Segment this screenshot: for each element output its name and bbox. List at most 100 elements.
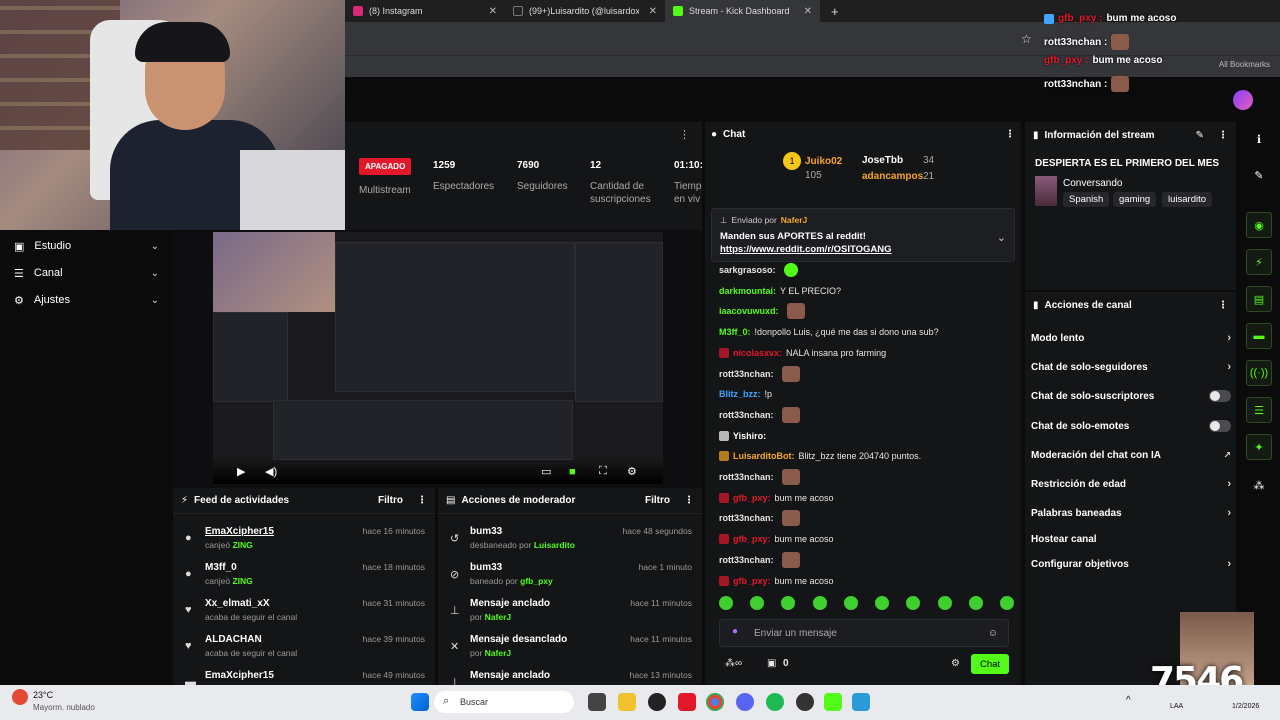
- app-icon[interactable]: [852, 693, 870, 711]
- top-gifter-name[interactable]: adancampos: [862, 171, 923, 182]
- action-palabras-baneadas[interactable]: Palabras baneadas ›: [1031, 504, 1231, 522]
- video-player[interactable]: ▶ ◀) ▭ ■ ⛶ ⚙: [213, 232, 663, 484]
- wrench-icon[interactable]: ✦: [1246, 434, 1272, 460]
- tab-tiktok[interactable]: (99+)Luisardito (@luisardox) | T ✕: [505, 0, 665, 22]
- more-icon[interactable]: ⋮: [679, 128, 690, 141]
- more-icon[interactable]: ⋮: [684, 495, 694, 506]
- chat-username[interactable]: nicolasxvx:: [733, 348, 782, 358]
- close-icon[interactable]: ✕: [804, 6, 812, 17]
- chat-username[interactable]: Blitz_bzz:: [719, 389, 761, 399]
- feed-user[interactable]: EmaXcipher15: [205, 670, 274, 681]
- tag[interactable]: luisardito: [1162, 192, 1213, 207]
- close-icon[interactable]: ✕: [649, 6, 657, 17]
- file-explorer-icon[interactable]: [618, 693, 636, 711]
- feed-user[interactable]: ALDACHAN: [205, 634, 262, 645]
- discord-icon[interactable]: [736, 693, 754, 711]
- play-icon[interactable]: ▶: [237, 465, 245, 478]
- mod-target[interactable]: bum33: [470, 562, 502, 573]
- close-icon[interactable]: ✕: [489, 6, 497, 17]
- filter-button[interactable]: Filtro: [378, 495, 403, 506]
- chrome-icon[interactable]: [706, 693, 724, 711]
- mod-target[interactable]: Mensaje desanclado: [470, 634, 567, 645]
- feed-user[interactable]: EmaXcipher15: [205, 526, 274, 537]
- emote-icon[interactable]: [875, 596, 890, 610]
- chat-message[interactable]: rott33nchan:: [719, 508, 1014, 528]
- broadcast-icon[interactable]: ((·)): [1246, 360, 1272, 386]
- chat-message[interactable]: rott33nchan:: [719, 550, 1014, 570]
- chat-message[interactable]: darkmountai: Y EL PRECIO?: [719, 281, 1014, 301]
- chat-username[interactable]: M3ff_0:: [719, 327, 751, 337]
- emote-icon[interactable]: [906, 596, 921, 610]
- list-item[interactable]: ⊘ bum33 baneado por gfb_pxy hace 1 minut…: [438, 560, 702, 596]
- action-configurar-objetivos[interactable]: Configurar objetivos ›: [1031, 555, 1231, 573]
- date[interactable]: 1/2/2026: [1232, 703, 1259, 710]
- chat-message[interactable]: gfb_pxy: bum me acoso: [719, 529, 1014, 549]
- clip-icon[interactable]: ■: [569, 466, 576, 478]
- emote-icon[interactable]: [750, 596, 765, 610]
- action-restriccion-edad[interactable]: Restricción de edad ›: [1031, 475, 1231, 493]
- sidebar-item-estudio[interactable]: ▣ Estudio ⌄: [0, 233, 173, 259]
- weather-temp[interactable]: 23°C: [33, 690, 53, 700]
- chat-message[interactable]: LuisarditoBot: Blitz_bzz tiene 204740 pun…: [719, 446, 1014, 466]
- chat-message[interactable]: sarkgrasoso:: [719, 260, 1014, 280]
- chat-username[interactable]: Yishiro:: [733, 431, 766, 441]
- chat-message[interactable]: gfb_pxy: bum me acoso: [719, 488, 1014, 508]
- chat-message[interactable]: rott33nchan:: [719, 364, 1014, 384]
- edit-icon[interactable]: ✎: [1196, 130, 1204, 141]
- more-icon[interactable]: ⋮: [1218, 130, 1228, 141]
- pinned-message[interactable]: ⊥ Enviado por NaferJ Manden sus APORTES …: [711, 208, 1015, 262]
- emote-icon[interactable]: [781, 596, 796, 610]
- stream-category[interactable]: Conversando: [1063, 178, 1122, 189]
- list-item[interactable]: ⊥ Mensaje anclado por NaferJ hace 11 min…: [438, 596, 702, 632]
- chat-message[interactable]: rott33nchan:: [719, 467, 1014, 487]
- obs-icon[interactable]: [796, 693, 814, 711]
- taskbar-search[interactable]: ⌕ Buscar: [434, 691, 574, 713]
- list-item[interactable]: ✕ Mensaje desanclado por NaferJ hace 11 …: [438, 632, 702, 668]
- volume-icon[interactable]: ◀): [265, 465, 277, 478]
- emote-icon[interactable]: [999, 596, 1014, 610]
- tag[interactable]: gaming: [1113, 192, 1157, 207]
- pip-icon[interactable]: ▭: [541, 465, 551, 478]
- chevron-down-icon[interactable]: ⌄: [997, 231, 1006, 244]
- chat-message[interactable]: Yishiro:: [719, 426, 1014, 446]
- sidebar-item-ajustes[interactable]: ⚙ Ajustes ⌄: [0, 287, 173, 313]
- kick-icon[interactable]: [824, 693, 842, 711]
- sidebar-item-canal[interactable]: ☰ Canal ⌄: [0, 260, 173, 286]
- gift-icon[interactable]: ▣: [767, 658, 776, 669]
- list-item[interactable]: ♥ Xx_elmati_xX acaba de seguir el canal …: [173, 596, 435, 632]
- list-item[interactable]: ● EmaXcipher15 canjeó ZING hace 16 minut…: [173, 524, 435, 560]
- more-icon[interactable]: ⋮: [417, 495, 427, 506]
- chat-icon[interactable]: ▬: [1246, 323, 1272, 349]
- document-icon[interactable]: ▤: [1246, 286, 1272, 312]
- list-item[interactable]: ● M3ff_0 canjeó ZING hace 18 minutos: [173, 560, 435, 596]
- mod-target[interactable]: Mensaje anclado: [470, 598, 550, 609]
- avatar[interactable]: [1233, 90, 1253, 110]
- mod-target[interactable]: bum33: [470, 526, 502, 537]
- chat-username[interactable]: darkmountai:: [719, 286, 776, 296]
- chat-username[interactable]: sarkgrasoso:: [719, 265, 776, 275]
- new-tab-button[interactable]: +: [823, 0, 845, 22]
- emote-icon[interactable]: [937, 596, 952, 610]
- mic-icon[interactable]: ●: [732, 626, 738, 637]
- feed-user[interactable]: M3ff_0: [205, 562, 237, 573]
- chat-username[interactable]: rott33nchan:: [719, 513, 774, 523]
- more-icon[interactable]: ⋮: [1005, 129, 1015, 140]
- chevron-up-icon[interactable]: ^: [1126, 695, 1131, 706]
- chat-username[interactable]: rott33nchan:: [719, 472, 774, 482]
- toggle-switch[interactable]: [1209, 420, 1231, 432]
- toggle-switch[interactable]: [1209, 390, 1231, 402]
- emoji-icon[interactable]: ☺: [988, 628, 998, 639]
- action-hostear-canal[interactable]: Hostear canal: [1031, 530, 1231, 548]
- chat-username[interactable]: gfb_pxy:: [733, 534, 771, 544]
- emote-icon[interactable]: [719, 596, 733, 610]
- multistream-label[interactable]: Multistream: [359, 184, 411, 197]
- filter-button[interactable]: Filtro: [645, 495, 670, 506]
- list-icon[interactable]: ☰: [1246, 397, 1272, 423]
- chat-message[interactable]: Blitz_bzz: !p: [719, 384, 1014, 404]
- action-solo-suscriptores[interactable]: Chat de solo-suscriptores: [1031, 387, 1231, 405]
- fullscreen-icon[interactable]: ⛶: [599, 465, 607, 478]
- app-icon[interactable]: [678, 693, 696, 711]
- users-icon[interactable]: ⁂: [1246, 472, 1272, 498]
- chat-username[interactable]: rott33nchan:: [719, 555, 774, 565]
- chat-message[interactable]: nicolasxvx: NALA insana pro farming: [719, 343, 1014, 363]
